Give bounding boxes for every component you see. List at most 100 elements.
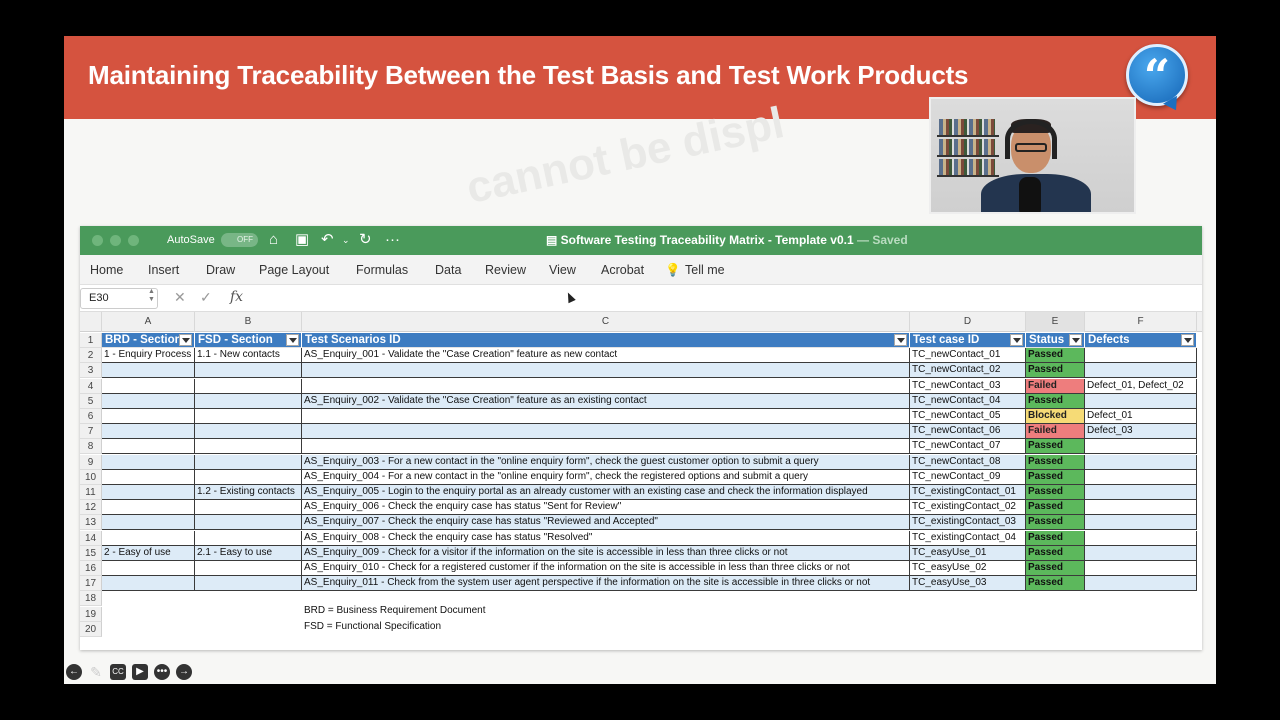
- status-cell[interactable]: Passed: [1026, 454, 1085, 470]
- table-cell[interactable]: [195, 424, 302, 440]
- minimize-window-button[interactable]: [110, 235, 121, 246]
- row-header-4[interactable]: 4: [80, 378, 102, 394]
- table-cell[interactable]: Defect_03: [1085, 424, 1197, 440]
- row-header-8[interactable]: 8: [80, 439, 102, 455]
- table-cell[interactable]: [195, 378, 302, 394]
- confirm-icon[interactable]: ✓: [200, 289, 212, 306]
- column-header-a[interactable]: A: [102, 312, 195, 332]
- table-cell[interactable]: [195, 530, 302, 546]
- tab-data[interactable]: Data: [435, 263, 461, 277]
- row-header-15[interactable]: 15: [80, 545, 102, 561]
- table-cell[interactable]: [1085, 530, 1197, 546]
- table-cell[interactable]: TC_newContact_03: [910, 378, 1026, 394]
- table-cell[interactable]: AS_Enquiry_003 - For a new contact in th…: [302, 454, 910, 470]
- row-header-9[interactable]: 9: [80, 454, 102, 470]
- table-cell[interactable]: [1085, 576, 1197, 592]
- table-cell[interactable]: [1085, 469, 1197, 485]
- header-cell-f[interactable]: Defects: [1085, 333, 1197, 348]
- back-icon[interactable]: ←: [66, 664, 82, 680]
- table-cell[interactable]: [302, 409, 910, 424]
- table-cell[interactable]: 2 - Easy of use: [102, 545, 195, 561]
- row-header-16[interactable]: 16: [80, 561, 102, 576]
- row-header-13[interactable]: 13: [80, 515, 102, 531]
- tell-me-search[interactable]: Tell me: [685, 263, 725, 277]
- table-cell[interactable]: TC_newContact_08: [910, 454, 1026, 470]
- spreadsheet-grid[interactable]: ABCDEF 1 2 3 4 5 6 7 8 9 10 11 12 13 14 15 16 17 18 19 20 BR…: [80, 312, 1202, 650]
- status-cell[interactable]: Passed: [1026, 561, 1085, 576]
- tab-draw[interactable]: Draw: [206, 263, 235, 277]
- status-cell[interactable]: Passed: [1026, 530, 1085, 546]
- table-cell[interactable]: [102, 500, 195, 516]
- table-cell[interactable]: AS_Enquiry_001 - Validate the "Case Crea…: [302, 348, 910, 364]
- home-icon[interactable]: ⌂: [269, 229, 278, 251]
- table-cell[interactable]: [102, 363, 195, 379]
- undo-icon[interactable]: ↶: [321, 229, 334, 251]
- table-cell[interactable]: [1085, 500, 1197, 516]
- cancel-icon[interactable]: ✕: [174, 289, 186, 306]
- select-all-corner[interactable]: [80, 312, 102, 332]
- header-cell-d[interactable]: Test case ID: [910, 333, 1026, 348]
- row-header-1[interactable]: 1: [80, 333, 102, 348]
- row-header-20[interactable]: 20: [80, 621, 102, 637]
- row-header-6[interactable]: 6: [80, 409, 102, 424]
- name-box-stepper-icon[interactable]: ▲ ▼: [148, 288, 155, 304]
- status-cell[interactable]: Passed: [1026, 363, 1085, 379]
- tab-review[interactable]: Review: [485, 263, 526, 277]
- table-cell[interactable]: AS_Enquiry_008 - Check the enquiry case …: [302, 530, 910, 546]
- table-cell[interactable]: TC_existingContact_04: [910, 530, 1026, 546]
- table-cell[interactable]: Defect_01: [1085, 409, 1197, 424]
- table-cell[interactable]: [1085, 439, 1197, 455]
- table-cell[interactable]: [195, 515, 302, 531]
- table-cell[interactable]: [1085, 485, 1197, 500]
- table-cell[interactable]: AS_Enquiry_011 - Check from the system u…: [302, 576, 910, 592]
- table-cell[interactable]: [1085, 363, 1197, 379]
- table-cell[interactable]: [195, 454, 302, 470]
- table-cell[interactable]: AS_Enquiry_010 - Check for a registered …: [302, 561, 910, 576]
- table-cell[interactable]: TC_newContact_07: [910, 439, 1026, 455]
- table-cell[interactable]: [195, 576, 302, 592]
- table-cell[interactable]: AS_Enquiry_002 - Validate the "Case Crea…: [302, 393, 910, 409]
- table-cell[interactable]: [1085, 393, 1197, 409]
- row-header-18[interactable]: 18: [80, 591, 102, 607]
- header-cell-b[interactable]: FSD - Section: [195, 333, 302, 348]
- more-icon[interactable]: ···: [385, 229, 400, 251]
- column-header-f[interactable]: F: [1085, 312, 1197, 332]
- table-cell[interactable]: [195, 393, 302, 409]
- table-cell[interactable]: TC_newContact_05: [910, 409, 1026, 424]
- table-cell[interactable]: [102, 393, 195, 409]
- table-cell[interactable]: TC_newContact_04: [910, 393, 1026, 409]
- table-cell[interactable]: AS_Enquiry_004 - For a new contact in th…: [302, 469, 910, 485]
- captions-icon[interactable]: CC: [110, 664, 126, 680]
- row-header-14[interactable]: 14: [80, 530, 102, 546]
- status-cell[interactable]: Passed: [1026, 348, 1085, 364]
- row-header-11[interactable]: 11: [80, 485, 102, 500]
- column-header-e[interactable]: E: [1026, 312, 1085, 332]
- tab-insert[interactable]: Insert: [148, 263, 179, 277]
- header-cell-c[interactable]: Test Scenarios ID: [302, 333, 910, 348]
- column-header-d[interactable]: D: [910, 312, 1026, 332]
- status-cell[interactable]: Passed: [1026, 500, 1085, 516]
- video-off-icon[interactable]: ▶: [132, 664, 148, 680]
- table-cell[interactable]: AS_Enquiry_005 - Login to the enquiry po…: [302, 485, 910, 500]
- filter-dropdown-icon[interactable]: [179, 334, 192, 346]
- table-cell[interactable]: AS_Enquiry_007 - Check the enquiry case …: [302, 515, 910, 531]
- status-cell[interactable]: Passed: [1026, 576, 1085, 592]
- status-cell[interactable]: Passed: [1026, 485, 1085, 500]
- status-cell[interactable]: Passed: [1026, 515, 1085, 531]
- table-cell[interactable]: [195, 439, 302, 455]
- filter-dropdown-icon[interactable]: [1010, 334, 1023, 346]
- undo-dropdown-icon[interactable]: ⌄: [342, 229, 350, 251]
- header-cell-a[interactable]: BRD - Section: [102, 333, 195, 348]
- table-cell[interactable]: TC_easyUse_03: [910, 576, 1026, 592]
- table-cell[interactable]: [102, 469, 195, 485]
- table-cell[interactable]: 1 - Enquiry Process: [102, 348, 195, 364]
- table-cell[interactable]: [195, 409, 302, 424]
- table-cell[interactable]: Defect_01, Defect_02: [1085, 378, 1197, 394]
- autosave-toggle[interactable]: OFF: [221, 233, 258, 247]
- filter-dropdown-icon[interactable]: [1069, 334, 1082, 346]
- table-cell[interactable]: 1.2 - Existing contacts: [195, 485, 302, 500]
- table-cell[interactable]: [102, 454, 195, 470]
- column-header-b[interactable]: B: [195, 312, 302, 332]
- filter-dropdown-icon[interactable]: [1181, 334, 1194, 346]
- table-cell[interactable]: [102, 530, 195, 546]
